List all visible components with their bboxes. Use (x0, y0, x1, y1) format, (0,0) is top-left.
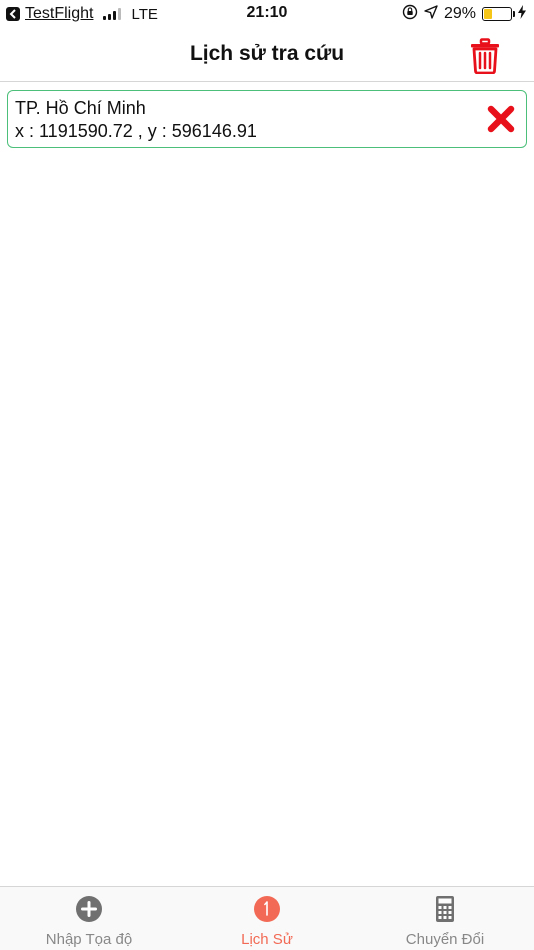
tab-lich-su[interactable]: Lịch Sử (178, 887, 356, 950)
status-left: TestFlight LTE (6, 4, 158, 24)
clear-history-button[interactable] (466, 36, 504, 76)
delete-item-button[interactable] (486, 104, 516, 134)
history-list: TP. Hồ Chí Minh x : 1191590.72 , y : 596… (7, 90, 527, 148)
navigation-bar: Lịch sử tra cứu (0, 28, 534, 82)
history-clock-icon (254, 896, 280, 922)
status-right: 29% (402, 4, 526, 24)
list-item[interactable]: TP. Hồ Chí Minh x : 1191590.72 , y : 596… (7, 90, 527, 148)
orientation-lock-icon (402, 4, 418, 25)
tab-bar: Nhập Tọa độ Lịch Sử Chuyển Đổi (0, 886, 534, 950)
network-type: LTE (131, 5, 158, 23)
location-name: TP. Hồ Chí Minh (15, 98, 146, 118)
battery-icon (482, 7, 515, 21)
location-coordinates: x : 1191590.72 , y : 596146.91 (15, 121, 257, 141)
status-bar: TestFlight LTE 21:10 29% (0, 0, 534, 28)
signal-icon (103, 8, 122, 20)
charging-bolt-icon (518, 4, 526, 24)
plus-circle-icon (76, 896, 102, 922)
tab-label: Lịch Sử (241, 931, 293, 948)
page-title: Lịch sử tra cứu (189, 42, 345, 65)
tab-label: Nhập Tọa độ (45, 931, 133, 948)
location-icon (424, 4, 438, 24)
back-to-app-link[interactable]: TestFlight (25, 5, 93, 23)
screen: TestFlight LTE 21:10 29% Lịch sử tra cứu… (0, 0, 534, 950)
trash-icon (471, 38, 499, 74)
tab-label: Chuyển Đổi (405, 931, 485, 948)
battery-percentage: 29% (443, 5, 476, 22)
tab-chuyen-doi[interactable]: Chuyển Đổi (356, 887, 534, 950)
back-arrow-icon[interactable] (6, 7, 20, 21)
calculator-icon (436, 896, 454, 922)
delete-x-icon (487, 105, 515, 133)
tab-nhap-toa-do[interactable]: Nhập Tọa độ (0, 887, 178, 950)
